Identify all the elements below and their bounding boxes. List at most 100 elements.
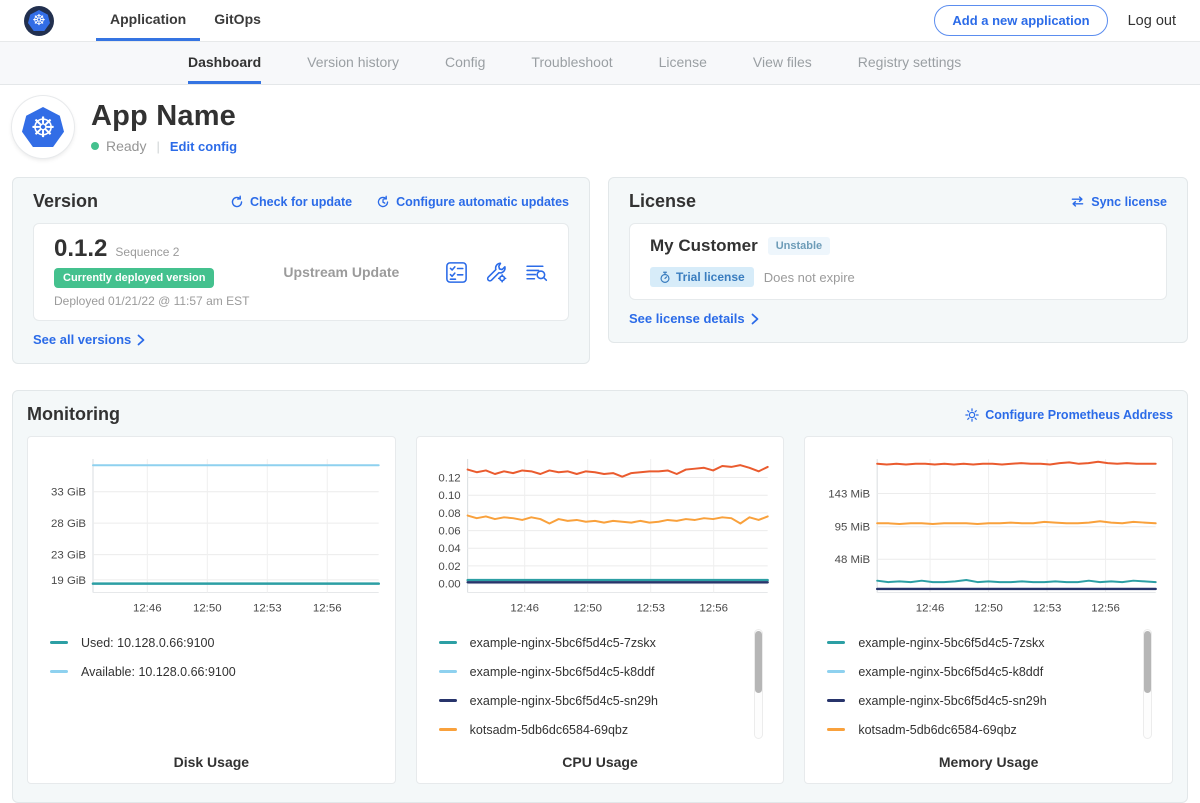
- sync-license-link[interactable]: Sync license: [1070, 195, 1167, 209]
- top-nav: ☸ ApplicationGitOps Add a new applicatio…: [0, 0, 1200, 42]
- svg-text:95 MiB: 95 MiB: [835, 522, 871, 534]
- legend-color-dash: [827, 641, 845, 644]
- subnav-tab-view-files[interactable]: View files: [753, 42, 812, 84]
- config-wrench-gear-icon[interactable]: [485, 261, 508, 284]
- legend-scrollbar[interactable]: [754, 629, 763, 739]
- legend-color-dash: [439, 641, 457, 644]
- memory-usage-chart-title: Memory Usage: [813, 744, 1164, 770]
- svg-text:143 MiB: 143 MiB: [829, 489, 871, 501]
- see-license-details-link[interactable]: See license details: [629, 311, 759, 326]
- version-source-label: Upstream Update: [283, 264, 399, 280]
- see-license-details-label: See license details: [629, 311, 745, 326]
- configure-automatic-updates-label: Configure automatic updates: [396, 195, 569, 209]
- deploy-logs-icon[interactable]: [525, 261, 548, 284]
- page-title: App Name: [91, 100, 237, 133]
- legend-label: kotsadm-5db6dc6584-69qbz: [858, 723, 1016, 737]
- legend-color-dash: [827, 670, 845, 673]
- svg-text:0.08: 0.08: [438, 508, 460, 520]
- check-for-update-link[interactable]: Check for update: [230, 195, 352, 209]
- topnav-tab-gitops[interactable]: GitOps: [200, 0, 275, 41]
- see-all-versions-label: See all versions: [33, 332, 131, 347]
- legend-color-dash: [439, 728, 457, 731]
- subnav-tab-registry-settings[interactable]: Registry settings: [858, 42, 961, 84]
- legend-label: example-nginx-5bc6f5d4c5-k8ddf: [858, 665, 1043, 679]
- subnav-tab-dashboard[interactable]: Dashboard: [188, 42, 261, 84]
- preflight-checklist-icon[interactable]: [445, 261, 468, 284]
- legend-label: Used: 10.128.0.66:9100: [81, 636, 214, 650]
- disk-usage-chart-title: Disk Usage: [36, 744, 387, 770]
- legend-label: example-nginx-5bc6f5d4c5-k8ddf: [470, 665, 655, 679]
- memory-usage-chart: 48 MiB95 MiB143 MiB12:4612:5012:5312:56: [813, 449, 1164, 618]
- svg-text:19 GiB: 19 GiB: [51, 575, 86, 587]
- version-number: 0.1.2: [54, 236, 107, 262]
- legend-item-example-nginx-5bc6f5d4c5-7zskx: example-nginx-5bc6f5d4c5-7zskx: [827, 628, 1134, 657]
- legend-item-available-10-128-0-66-9100: Available: 10.128.0.66:9100: [50, 657, 357, 686]
- legend-color-dash: [827, 728, 845, 731]
- app-avatar: ☸: [12, 96, 74, 158]
- chevron-right-icon: [751, 313, 759, 325]
- edit-config-link[interactable]: Edit config: [170, 139, 237, 154]
- svg-text:28 GiB: 28 GiB: [51, 518, 86, 530]
- license-header-links: Sync license: [1070, 195, 1167, 209]
- svg-text:12:50: 12:50: [975, 602, 1004, 614]
- cpu-usage-legend: example-nginx-5bc6f5d4c5-7zskxexample-ng…: [439, 628, 776, 744]
- svg-text:48 MiB: 48 MiB: [835, 554, 871, 566]
- svg-text:12:50: 12:50: [193, 602, 222, 614]
- svg-text:12:53: 12:53: [1033, 602, 1062, 614]
- status-badge: Ready: [106, 138, 146, 154]
- legend-color-dash: [439, 699, 457, 702]
- cpu-usage-chart-title: CPU Usage: [425, 744, 776, 770]
- sequence-label: Sequence 2: [115, 245, 179, 259]
- svg-text:0.02: 0.02: [438, 561, 460, 573]
- app-status-row: Ready | Edit config: [91, 138, 237, 154]
- license-type-row: Trial license Does not expire: [650, 267, 1146, 287]
- kubernetes-wheel-icon: ☸: [28, 10, 50, 31]
- legend-item-used-10-128-0-66-9100: Used: 10.128.0.66:9100: [50, 628, 357, 657]
- gear-icon: [965, 408, 979, 422]
- legend-label: example-nginx-5bc6f5d4c5-7zskx: [858, 636, 1044, 650]
- app-info: App Name Ready | Edit config: [91, 100, 237, 154]
- disk-usage-chart: 19 GiB23 GiB28 GiB33 GiB12:4612:5012:531…: [36, 449, 387, 618]
- topnav-tab-application[interactable]: Application: [96, 0, 200, 41]
- legend-item-example-nginx-5bc6f5d4c5-sn29h: example-nginx-5bc6f5d4c5-sn29h: [827, 686, 1134, 715]
- kubernetes-logo: ☸: [24, 6, 54, 36]
- version-card: Version Check for update Configure autom…: [12, 177, 590, 364]
- logout-button[interactable]: Log out: [1128, 13, 1176, 29]
- configure-prometheus-link[interactable]: Configure Prometheus Address: [965, 408, 1173, 422]
- svg-text:12:53: 12:53: [636, 602, 665, 614]
- refresh-icon: [230, 195, 244, 209]
- chart-card-memory-usage: 48 MiB95 MiB143 MiB12:4612:5012:5312:56 …: [804, 436, 1173, 784]
- add-application-button[interactable]: Add a new application: [934, 5, 1107, 36]
- legend-scrollbar-thumb[interactable]: [755, 631, 762, 693]
- subnav-tab-version-history[interactable]: Version history: [307, 42, 399, 84]
- topnav-tabs: ApplicationGitOps: [96, 0, 275, 41]
- version-header-links: Check for update Configure automatic upd…: [230, 195, 569, 209]
- channel-badge: Unstable: [768, 237, 830, 255]
- see-all-versions-link[interactable]: See all versions: [33, 332, 145, 347]
- see-all-versions-row: See all versions: [33, 331, 569, 349]
- legend-scrollbar-thumb[interactable]: [1144, 631, 1151, 693]
- legend-item-kotsadm-5db6dc6584-69qbz: kotsadm-5db6dc6584-69qbz: [439, 715, 746, 744]
- charts-row: 19 GiB23 GiB28 GiB33 GiB12:4612:5012:531…: [27, 436, 1173, 784]
- expiry-label: Does not expire: [764, 270, 855, 285]
- legend-item-example-nginx-5bc6f5d4c5-k8ddf: example-nginx-5bc6f5d4c5-k8ddf: [827, 657, 1134, 686]
- check-for-update-label: Check for update: [250, 195, 352, 209]
- monitoring-section: Monitoring Configure Prometheus Address …: [12, 390, 1188, 803]
- subnav-tab-license[interactable]: License: [659, 42, 707, 84]
- subnav-tab-config[interactable]: Config: [445, 42, 485, 84]
- legend-color-dash: [50, 641, 68, 644]
- legend-label: kotsadm-5db6dc6584-69qbz: [470, 723, 628, 737]
- legend-color-dash: [439, 670, 457, 673]
- subnav-tab-troubleshoot[interactable]: Troubleshoot: [531, 42, 612, 84]
- version-info-column: 0.1.2 Sequence 2 Currently deployed vers…: [54, 236, 249, 308]
- svg-text:12:56: 12:56: [313, 602, 342, 614]
- license-info-card: My Customer Unstable Trial license Does …: [629, 223, 1167, 300]
- legend-item-example-nginx-5bc6f5d4c5-sn29h: example-nginx-5bc6f5d4c5-sn29h: [439, 686, 746, 715]
- configure-automatic-updates-link[interactable]: Configure automatic updates: [376, 195, 569, 209]
- version-number-row: 0.1.2 Sequence 2: [54, 236, 249, 262]
- deployed-version-badge: Currently deployed version: [54, 268, 214, 288]
- license-card-title: License: [629, 191, 696, 212]
- cards-row: Version Check for update Configure autom…: [12, 177, 1188, 364]
- disk-usage-legend: Used: 10.128.0.66:9100 Available: 10.128.…: [50, 628, 387, 686]
- legend-scrollbar[interactable]: [1143, 629, 1152, 739]
